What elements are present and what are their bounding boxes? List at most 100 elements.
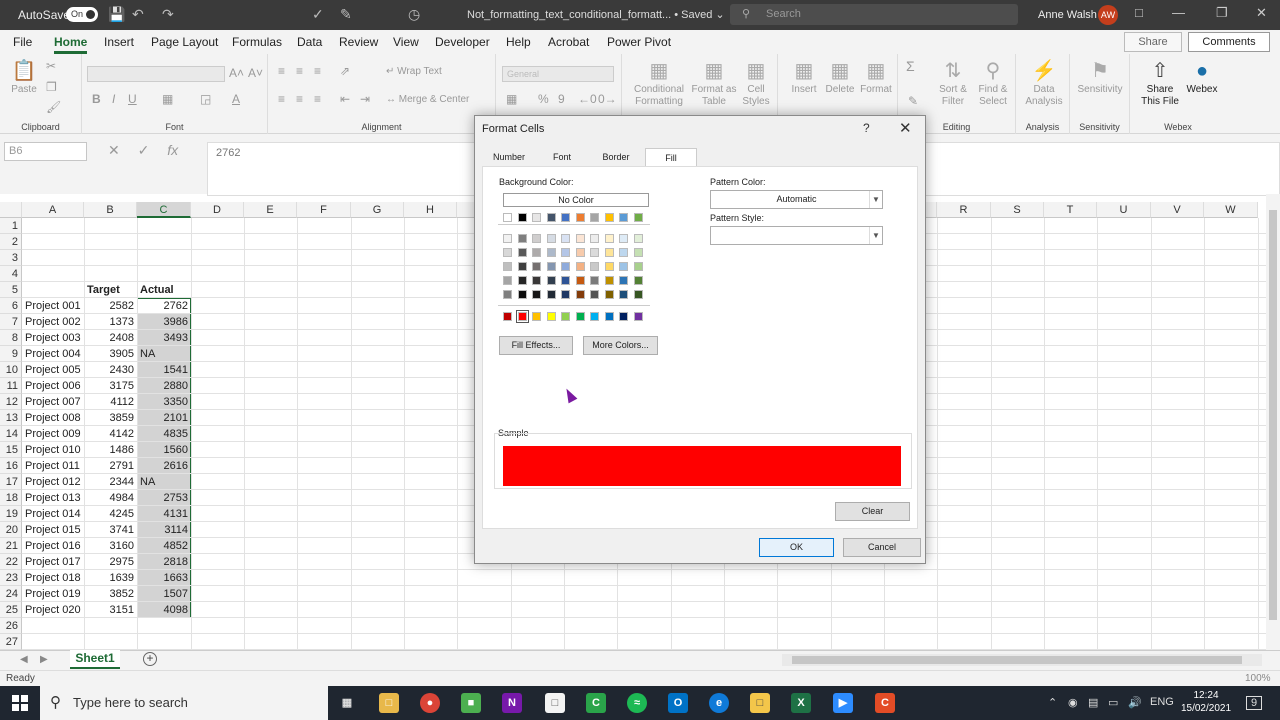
dialog-close-icon[interactable]: ✕ bbox=[899, 119, 912, 137]
battery-icon[interactable]: ▭ bbox=[1108, 696, 1118, 709]
color-swatch[interactable] bbox=[532, 290, 541, 299]
color-swatch[interactable] bbox=[604, 276, 614, 285]
row-header-17[interactable]: 17 bbox=[0, 474, 22, 490]
color-swatch[interactable] bbox=[503, 248, 512, 257]
row-header-9[interactable]: 9 bbox=[0, 346, 22, 362]
bold-icon[interactable]: B bbox=[92, 92, 101, 106]
cut-icon[interactable]: ✂ bbox=[46, 59, 56, 73]
color-swatch[interactable] bbox=[517, 248, 527, 257]
accounting-icon[interactable]: ▦ bbox=[506, 92, 517, 106]
row-header-20[interactable]: 20 bbox=[0, 522, 22, 538]
excel-icon[interactable]: X bbox=[791, 693, 811, 713]
tray-camera-icon[interactable]: ◉ bbox=[1068, 696, 1078, 709]
color-swatch[interactable] bbox=[619, 248, 628, 257]
tab-help[interactable]: Help bbox=[506, 35, 531, 49]
paste-button[interactable]: 📋 Paste bbox=[8, 58, 40, 96]
tab-border[interactable]: Border bbox=[587, 148, 645, 167]
color-swatch[interactable] bbox=[590, 276, 599, 285]
cell-actual[interactable]: 2762 bbox=[137, 298, 191, 314]
cell-project-name[interactable]: Project 013 bbox=[22, 490, 84, 506]
row-header-8[interactable]: 8 bbox=[0, 330, 22, 346]
format-painter-icon[interactable]: ✎ bbox=[340, 6, 352, 23]
color-swatch[interactable] bbox=[517, 234, 527, 243]
row-header-21[interactable]: 21 bbox=[0, 538, 22, 554]
camtasia-recorder-icon[interactable]: C bbox=[875, 693, 895, 713]
cell-actual[interactable]: 4131 bbox=[137, 506, 191, 522]
color-swatch[interactable] bbox=[517, 213, 527, 222]
color-swatch[interactable] bbox=[532, 276, 541, 285]
vertical-scroll-thumb[interactable] bbox=[1269, 210, 1277, 620]
windows-start-icon[interactable] bbox=[12, 695, 28, 711]
align-bottom-icon[interactable]: ≡ bbox=[314, 64, 321, 78]
font-name-box[interactable] bbox=[87, 66, 225, 82]
horizontal-scrollbar[interactable] bbox=[782, 654, 1262, 666]
autosave-toggle[interactable]: On bbox=[66, 7, 98, 22]
cell-target[interactable]: 4112 bbox=[84, 394, 137, 410]
color-swatch[interactable] bbox=[633, 262, 643, 271]
color-swatch[interactable] bbox=[590, 234, 599, 243]
cell-actual[interactable]: 3986 bbox=[137, 314, 191, 330]
color-swatch[interactable] bbox=[532, 213, 541, 222]
share-button[interactable]: Share bbox=[1124, 32, 1182, 52]
color-swatch[interactable] bbox=[590, 312, 599, 321]
tab-acrobat[interactable]: Acrobat bbox=[548, 35, 589, 49]
color-swatch[interactable] bbox=[532, 234, 541, 243]
cell-target[interactable]: 1486 bbox=[84, 442, 137, 458]
row-header-3[interactable]: 3 bbox=[0, 250, 22, 266]
row-header-1[interactable]: 1 bbox=[0, 218, 22, 234]
cell-actual[interactable]: 2818 bbox=[137, 554, 191, 570]
cell-target[interactable]: 2975 bbox=[84, 554, 137, 570]
color-swatch[interactable] bbox=[561, 276, 570, 285]
color-swatch[interactable] bbox=[604, 213, 614, 222]
cell-project-name[interactable]: Project 020 bbox=[22, 602, 84, 618]
color-swatch[interactable] bbox=[575, 213, 585, 222]
fill-effects-button[interactable]: Fill Effects... bbox=[499, 336, 573, 355]
file-explorer-icon[interactable]: □ bbox=[379, 693, 399, 713]
cell-target[interactable]: 4245 bbox=[84, 506, 137, 522]
align-right-icon[interactable]: ≡ bbox=[314, 92, 321, 106]
cell-target[interactable]: 3741 bbox=[84, 522, 137, 538]
notifications-badge[interactable]: 9 bbox=[1246, 696, 1263, 710]
decrease-decimal-icon[interactable]: 0→ bbox=[598, 92, 617, 106]
color-swatch[interactable] bbox=[575, 290, 585, 299]
check-icon[interactable]: ✓ bbox=[312, 6, 324, 23]
language-indicator[interactable]: ENG bbox=[1150, 696, 1174, 708]
pattern-color-select[interactable]: Automatic ▼ bbox=[710, 190, 883, 209]
zoom-icon[interactable]: ▶ bbox=[833, 693, 853, 713]
next-sheet-icon[interactable]: ▶ bbox=[40, 654, 48, 665]
insert-cells-button[interactable]: ▦ Insert bbox=[786, 58, 822, 96]
color-swatch[interactable] bbox=[619, 276, 628, 285]
merge-center-button[interactable]: ↔ Merge & Center bbox=[386, 94, 469, 105]
undo-icon[interactable]: ↶ bbox=[132, 6, 144, 23]
cell-actual[interactable]: 4835 bbox=[137, 426, 191, 442]
cell-target[interactable]: 3905 bbox=[84, 346, 137, 362]
column-header-c[interactable]: C bbox=[137, 202, 191, 218]
spotify-icon[interactable]: ≈ bbox=[627, 693, 647, 713]
column-header-w[interactable]: W bbox=[1204, 202, 1258, 218]
color-swatch[interactable] bbox=[590, 248, 599, 257]
cell-actual[interactable]: 3493 bbox=[137, 330, 191, 346]
cell-target[interactable]: 3160 bbox=[84, 538, 137, 554]
copy-icon[interactable]: ❐ bbox=[46, 80, 57, 94]
cell-target[interactable]: 3151 bbox=[84, 602, 137, 618]
share-this-file-button[interactable]: ⇧ Share This File bbox=[1136, 58, 1184, 108]
dialog-help-button[interactable]: ? bbox=[863, 121, 870, 135]
edge-icon[interactable]: e bbox=[709, 693, 729, 713]
header-actual[interactable]: Actual bbox=[137, 282, 191, 298]
color-swatch[interactable] bbox=[561, 248, 570, 257]
color-swatch[interactable] bbox=[517, 276, 527, 285]
format-as-table-button[interactable]: ▦ Format as Table bbox=[690, 58, 738, 108]
notepad-icon[interactable]: □ bbox=[545, 693, 565, 713]
row-header-2[interactable]: 2 bbox=[0, 234, 22, 250]
cancel-button[interactable]: Cancel bbox=[843, 538, 921, 557]
align-middle-icon[interactable]: ≡ bbox=[296, 64, 303, 78]
prev-sheet-icon[interactable]: ◀ bbox=[20, 654, 28, 665]
color-swatch[interactable] bbox=[561, 290, 570, 299]
cell-actual[interactable]: 4098 bbox=[137, 602, 191, 618]
format-cells-button[interactable]: ▦ Format bbox=[858, 58, 894, 96]
color-swatch[interactable] bbox=[503, 312, 512, 321]
cell-project-name[interactable]: Project 008 bbox=[22, 410, 84, 426]
cell-actual[interactable]: 3114 bbox=[137, 522, 191, 538]
column-header-u[interactable]: U bbox=[1097, 202, 1151, 218]
minimize-icon[interactable]: — bbox=[1172, 5, 1185, 20]
